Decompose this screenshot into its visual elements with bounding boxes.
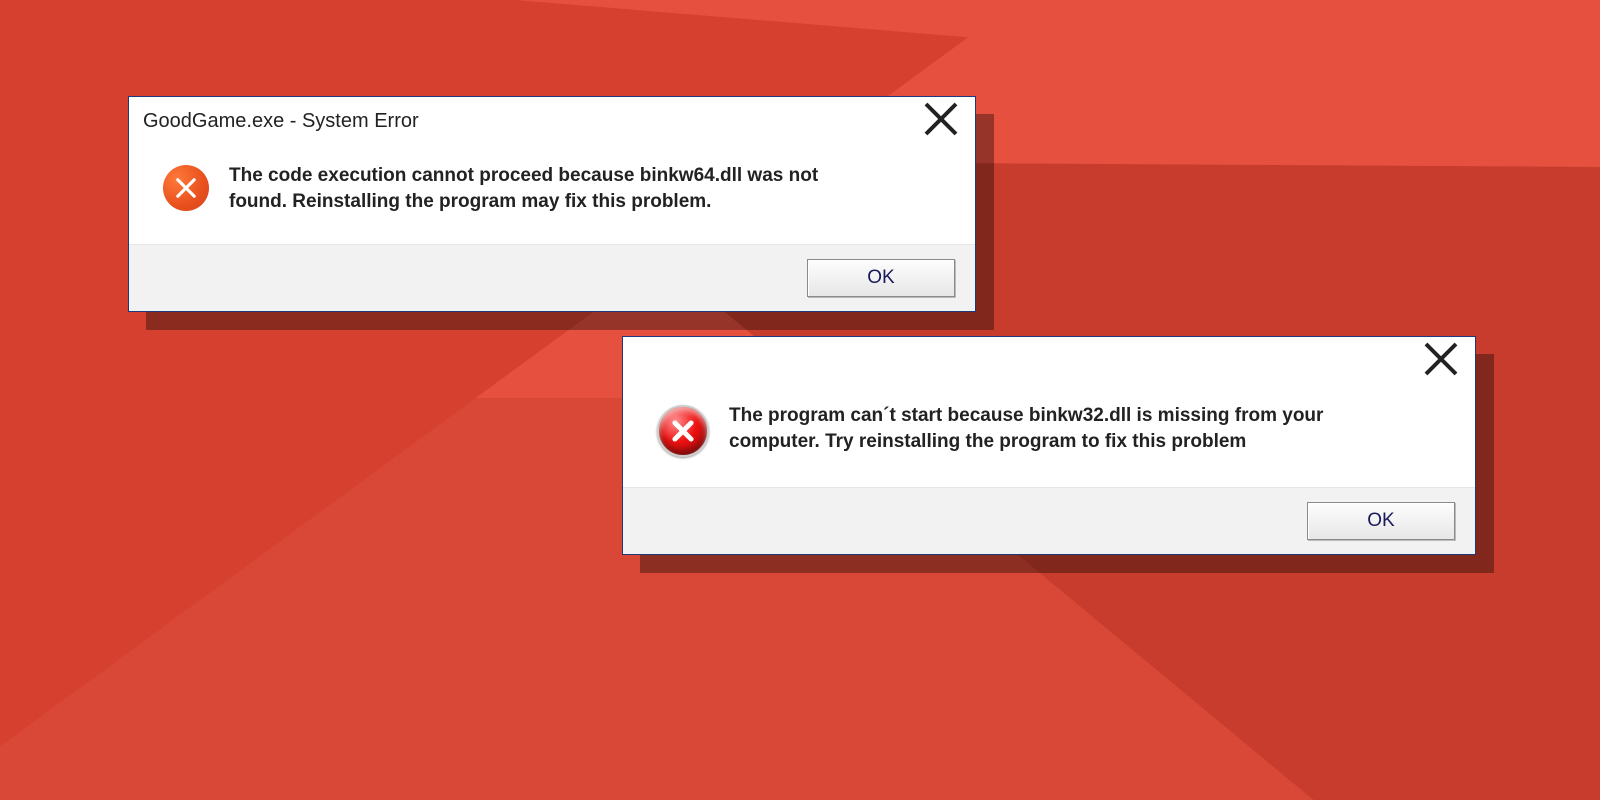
error-icon — [163, 165, 209, 211]
dialog-window: GoodGame.exe - System Error The code exe… — [128, 96, 976, 312]
close-button[interactable] — [1421, 339, 1461, 383]
ok-button[interactable]: OK — [807, 259, 955, 297]
window-title: GoodGame.exe - System Error — [143, 110, 419, 133]
error-message: The code execution cannot proceed becaus… — [229, 163, 849, 214]
dialog-body: The code execution cannot proceed becaus… — [129, 141, 975, 244]
error-dialog-2: The program can´t start because binkw32.… — [622, 336, 1476, 555]
dialog-window: The program can´t start because binkw32.… — [622, 336, 1476, 555]
dialog-body: The program can´t start because binkw32.… — [623, 381, 1475, 487]
ok-button[interactable]: OK — [1307, 502, 1455, 540]
error-icon — [657, 405, 709, 457]
close-button[interactable] — [921, 99, 961, 143]
error-message: The program can´t start because binkw32.… — [729, 403, 1349, 454]
titlebar: GoodGame.exe - System Error — [129, 97, 975, 141]
error-dialog-1: GoodGame.exe - System Error The code exe… — [128, 96, 976, 312]
dialog-footer: OK — [623, 487, 1475, 554]
titlebar — [623, 337, 1475, 381]
dialog-footer: OK — [129, 244, 975, 311]
